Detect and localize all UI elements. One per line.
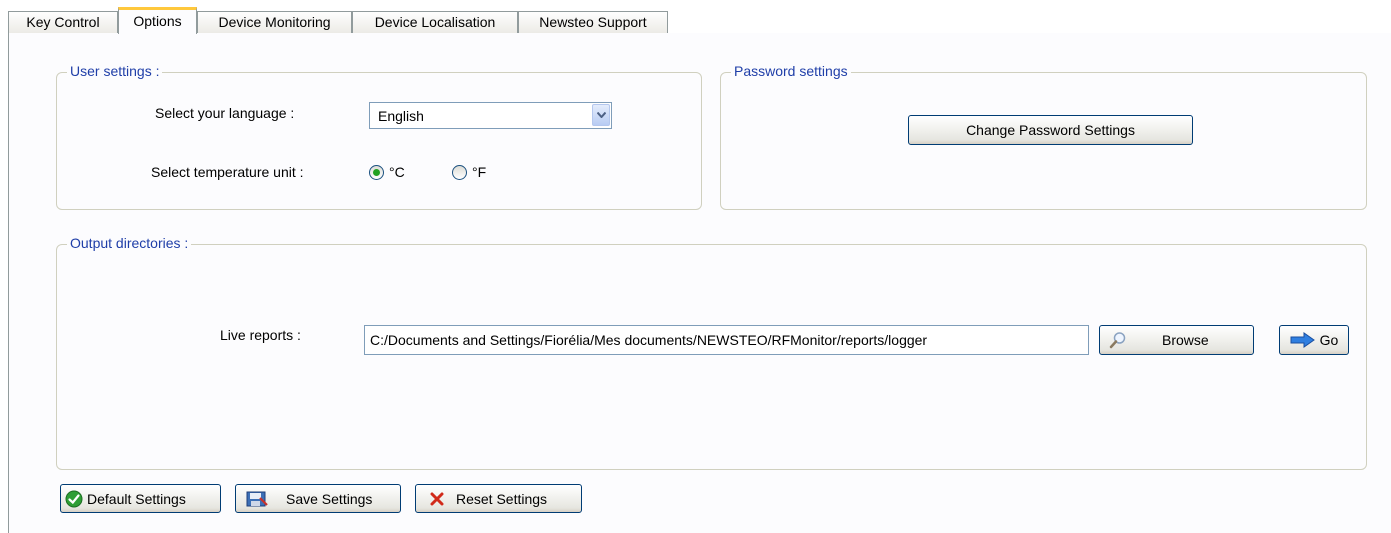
tab-strip: Key Control Options Device Monitoring De…: [0, 0, 1391, 34]
radio-celsius-label: °C: [389, 164, 405, 180]
go-label: Go: [1319, 332, 1339, 348]
save-settings-button[interactable]: Save Settings: [235, 484, 401, 513]
go-button[interactable]: Go: [1279, 325, 1349, 355]
arrow-right-icon: [1290, 332, 1316, 348]
password-settings-group: Password settings Change Password Settin…: [720, 63, 1367, 210]
tab-device-monitoring[interactable]: Device Monitoring: [197, 11, 352, 33]
change-password-button[interactable]: Change Password Settings: [908, 115, 1193, 145]
default-settings-button[interactable]: Default Settings: [60, 484, 221, 513]
output-directories-legend: Output directories :: [67, 235, 192, 251]
tab-device-localisation[interactable]: Device Localisation: [352, 11, 518, 33]
live-reports-label: Live reports :: [220, 327, 301, 343]
reset-settings-button[interactable]: Reset Settings: [415, 484, 582, 513]
live-reports-path-field[interactable]: C:/Documents and Settings/Fiorélia/Mes d…: [364, 325, 1089, 355]
options-panel: User settings : Select your language : E…: [8, 33, 1391, 533]
radio-fahrenheit-label: °F: [472, 164, 487, 180]
magnifier-icon: [1107, 331, 1129, 349]
chevron-down-icon[interactable]: [592, 104, 610, 126]
language-select[interactable]: English: [369, 102, 612, 129]
radio-celsius[interactable]: °C: [369, 164, 405, 180]
tab-options[interactable]: Options: [118, 7, 197, 34]
language-label: Select your language :: [155, 105, 295, 121]
radio-fahrenheit[interactable]: °F: [452, 164, 486, 180]
default-settings-label: Default Settings: [87, 490, 186, 507]
output-directories-group: Output directories : Live reports : C:/D…: [56, 235, 1367, 470]
red-x-icon: [430, 492, 444, 506]
save-settings-label: Save Settings: [286, 490, 373, 507]
radio-selected-indicator: [369, 164, 384, 180]
tab-key-control[interactable]: Key Control: [8, 11, 118, 33]
user-settings-legend: User settings :: [67, 63, 163, 79]
temperature-label: Select temperature unit :: [151, 164, 304, 180]
tab-newsteo-support[interactable]: Newsteo Support: [518, 11, 668, 33]
password-settings-legend: Password settings: [731, 63, 851, 79]
language-selected-value: English: [378, 108, 424, 124]
reset-settings-label: Reset Settings: [456, 490, 548, 507]
user-settings-group: User settings : Select your language : E…: [56, 63, 702, 210]
browse-button[interactable]: Browse: [1099, 325, 1254, 355]
save-icon: [246, 490, 268, 508]
check-circle-icon: [65, 490, 83, 508]
browse-label: Browse: [1162, 332, 1209, 348]
radio-unselected-indicator: [452, 164, 467, 180]
